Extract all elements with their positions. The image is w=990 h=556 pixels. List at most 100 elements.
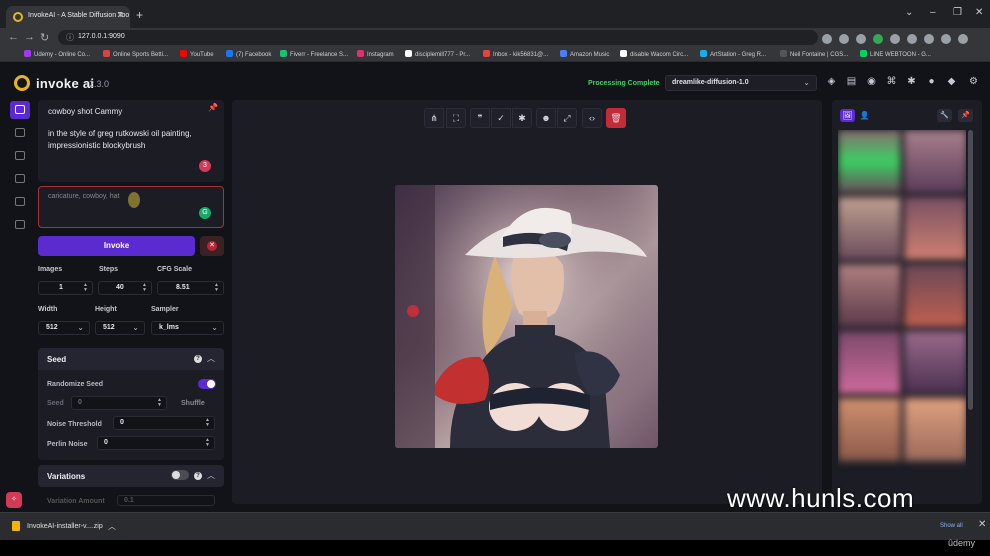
- seed-input[interactable]: 0 ▲ ▼: [71, 396, 167, 410]
- tab-nodes[interactable]: [10, 170, 30, 188]
- cfg-scale-input[interactable]: 8.51 ▲ ▼: [157, 281, 224, 295]
- menu-icon[interactable]: [958, 34, 968, 44]
- gallery-scrollbar[interactable]: [968, 130, 973, 410]
- cancel-button[interactable]: ✕: [200, 236, 224, 256]
- sampler-select[interactable]: k_lms ⌄: [151, 321, 224, 335]
- bookmark-item[interactable]: YouTube: [180, 50, 214, 58]
- share-icon[interactable]: [839, 34, 849, 44]
- upscale-icon[interactable]: ⤢: [557, 108, 577, 128]
- grammarly-badge[interactable]: 3: [199, 160, 211, 172]
- bookmark-item[interactable]: ArtStation - Greg R...: [700, 50, 766, 58]
- tab-text-to-image[interactable]: [10, 101, 30, 119]
- bookmark-item[interactable]: Amazon Music: [560, 50, 609, 58]
- bookmark-item[interactable]: disciplemill777 - Pr...: [405, 50, 470, 58]
- gallery-thumbnail[interactable]: [838, 130, 901, 193]
- theme-palette-icon[interactable]: ◉: [866, 76, 877, 87]
- minimize-icon[interactable]: –: [930, 7, 936, 18]
- randomize-seed-toggle[interactable]: [198, 379, 216, 389]
- bookmark-star-icon[interactable]: [856, 34, 866, 44]
- stepper-icon[interactable]: ▲ ▼: [83, 283, 88, 293]
- maximize-icon[interactable]: ❐: [953, 7, 962, 18]
- show-metadata-icon[interactable]: ‹›: [582, 108, 602, 128]
- grammarly-icon[interactable]: G: [199, 207, 211, 219]
- gallery-thumbnail[interactable]: [838, 398, 901, 461]
- restore-faces-icon[interactable]: ☻: [536, 108, 556, 128]
- noise-threshold-input[interactable]: 0 ▲ ▼: [113, 416, 215, 430]
- use-all-icon[interactable]: ✱: [512, 108, 532, 128]
- profile-icon[interactable]: [941, 34, 951, 44]
- chevron-up-icon[interactable]: ︿: [207, 470, 215, 481]
- discord-icon[interactable]: ◆: [946, 76, 957, 87]
- bookmark-item[interactable]: Udemy - Online Co...: [24, 50, 90, 58]
- stepper-icon[interactable]: ▲ ▼: [205, 418, 210, 428]
- images-input[interactable]: 1 ▲ ▼: [38, 281, 93, 295]
- extension-icon[interactable]: [890, 34, 900, 44]
- stepper-icon[interactable]: ▲ ▼: [157, 398, 162, 408]
- url-input[interactable]: ⓘ 127.0.0.1:9090: [58, 30, 818, 45]
- pin-icon[interactable]: 📌: [208, 103, 218, 112]
- forward-icon[interactable]: →: [24, 31, 35, 43]
- invoke-button[interactable]: Invoke: [38, 236, 195, 256]
- gallery-pin-icon[interactable]: 📌: [958, 109, 973, 122]
- stepper-icon[interactable]: ▲ ▼: [214, 283, 219, 293]
- height-select[interactable]: 512 ⌄: [95, 321, 145, 335]
- perlin-noise-input[interactable]: 0 ▲ ▼: [97, 436, 215, 450]
- bookmark-item[interactable]: Fiverr - Freelance S...: [280, 50, 348, 58]
- bug-report-icon[interactable]: ✱: [906, 76, 917, 87]
- shuffle-button[interactable]: Shuffle: [181, 400, 205, 407]
- model-manager-icon[interactable]: ◈: [826, 76, 837, 87]
- variation-amount-input[interactable]: 0.1: [117, 495, 215, 506]
- tab-postprocessing[interactable]: [10, 193, 30, 211]
- use-prompt-icon[interactable]: ❞: [470, 108, 490, 128]
- model-select[interactable]: dreamlike-diffusion-1.0 ⌄: [665, 75, 817, 91]
- bookmark-item[interactable]: Neil Fontaine | CGS...: [780, 50, 848, 58]
- stepper-icon[interactable]: ▲ ▼: [205, 438, 210, 448]
- bookmark-item[interactable]: Online Sports Betti...: [103, 50, 168, 58]
- bookmark-item[interactable]: disable Wacom Circ...: [620, 50, 688, 58]
- tab-unified-canvas[interactable]: [10, 147, 30, 165]
- download-bar-close-icon[interactable]: ✕: [978, 519, 986, 530]
- window-close-icon[interactable]: ✕: [975, 7, 983, 18]
- delete-icon[interactable]: 🗑: [606, 108, 626, 128]
- gallery-thumbnail[interactable]: [838, 197, 901, 260]
- new-tab-icon[interactable]: +: [136, 8, 143, 22]
- chevron-up-icon[interactable]: ︿: [207, 353, 215, 364]
- puzzle-icon[interactable]: [907, 34, 917, 44]
- language-icon[interactable]: ⌘: [886, 76, 897, 87]
- browser-tab[interactable]: InvokeAI - A Stable Diffusion Too ✕: [6, 6, 130, 28]
- gallery-settings-icon[interactable]: 🔧: [937, 109, 952, 122]
- gallery-thumbnail[interactable]: [904, 130, 966, 193]
- tab-training[interactable]: [10, 216, 30, 234]
- bookmark-item[interactable]: (7) Facebook: [226, 50, 271, 58]
- google-icon[interactable]: [822, 34, 832, 44]
- gallery-user-tab[interactable]: 👤: [857, 109, 872, 122]
- steps-input[interactable]: 40 ▲ ▼: [98, 281, 152, 295]
- gallery-thumbnail[interactable]: [838, 264, 901, 327]
- tab-search-icon[interactable]: ⌄: [905, 7, 913, 18]
- show-all-link[interactable]: Show all: [940, 523, 963, 529]
- width-select[interactable]: 512 ⌄: [38, 321, 90, 335]
- chevron-up-icon[interactable]: ︿: [108, 521, 116, 532]
- tab-image-to-image[interactable]: [10, 124, 30, 142]
- extension-icon[interactable]: [873, 34, 883, 44]
- share-icon[interactable]: ⋔: [424, 108, 444, 128]
- sidepanel-icon[interactable]: [924, 34, 934, 44]
- bookmark-item[interactable]: Inbox - kik56831@...: [483, 50, 548, 58]
- reload-icon[interactable]: ↻: [40, 31, 49, 44]
- download-filename[interactable]: InvokeAI-installer-v....zip: [27, 523, 103, 530]
- gallery-images-tab[interactable]: 🖼: [840, 109, 855, 122]
- gallery-thumbnail[interactable]: [904, 398, 966, 461]
- fullscreen-icon[interactable]: ⛶: [446, 108, 466, 128]
- help-icon[interactable]: ?: [194, 355, 202, 363]
- gallery-thumbnail[interactable]: [904, 264, 966, 327]
- stepper-icon[interactable]: ▲ ▼: [142, 283, 147, 293]
- bookmark-item[interactable]: Instagram: [357, 50, 394, 58]
- gallery-thumbnail[interactable]: [904, 197, 966, 260]
- variations-toggle[interactable]: [171, 470, 189, 480]
- bookmark-item[interactable]: LINE WEBTOON - G...: [860, 50, 931, 58]
- help-icon[interactable]: ?: [194, 472, 202, 480]
- back-icon[interactable]: ←: [8, 31, 19, 43]
- tab-close-icon[interactable]: ✕: [116, 10, 124, 21]
- prompt-input[interactable]: 📌 cowboy shot Cammy in the style of greg…: [38, 100, 224, 182]
- gallery-thumbnail[interactable]: [838, 331, 901, 394]
